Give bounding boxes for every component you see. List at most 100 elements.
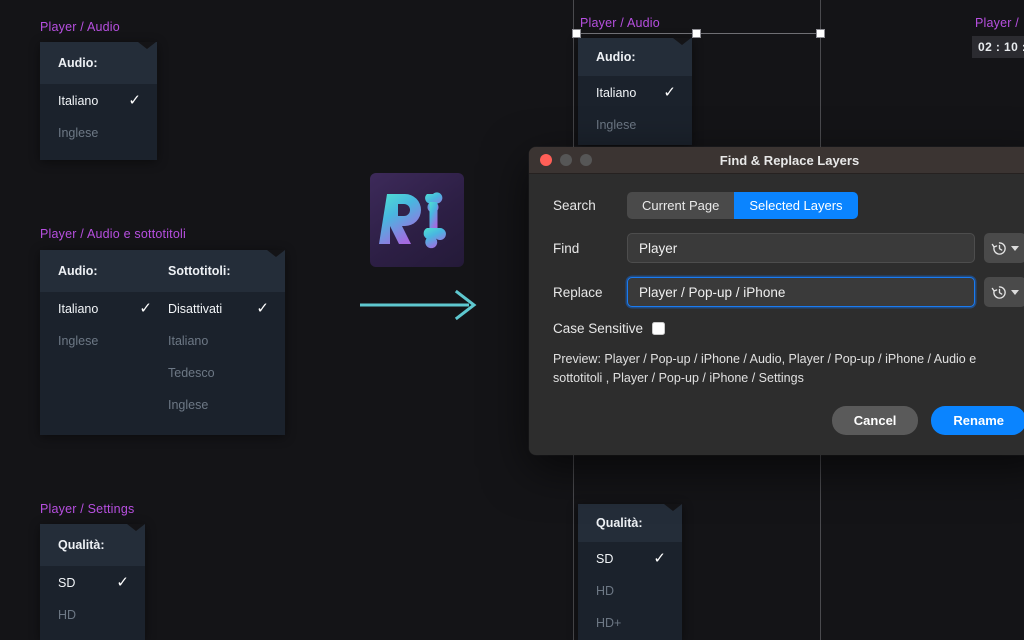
panel-column: SD ✓ HD HD+: [578, 542, 682, 639]
menu-panel-qualita[interactable]: Qualità: SD ✓ HD HD+: [578, 504, 682, 640]
preview-text: Preview: Player / Pop-up / iPhone / Audi…: [553, 352, 977, 385]
selection-handle-top-left[interactable]: [572, 29, 581, 38]
find-row: Find Player: [553, 233, 1024, 263]
panel-option-row[interactable]: SD ✓: [578, 542, 682, 575]
panel-option-label: Italiano: [58, 301, 99, 316]
checkmark-icon: ✓: [663, 84, 676, 101]
panel-option-label: HD: [596, 584, 615, 598]
layer-label-player-audio-sottotitoli[interactable]: Player / Audio e sottotitoli: [40, 227, 186, 241]
panel-body: Italiano ✓ Inglese Disattivati ✓ Italian…: [40, 292, 285, 421]
segment-current-page[interactable]: Current Page: [627, 192, 735, 219]
menu-panel-player-audio-selected[interactable]: Audio: Italiano ✓ Inglese: [578, 38, 692, 145]
selection-handle-top-middle[interactable]: [692, 29, 701, 38]
close-icon[interactable]: [540, 154, 552, 166]
chevron-down-icon: [1011, 245, 1019, 251]
find-history-button[interactable]: [984, 233, 1024, 263]
panel-option-row[interactable]: HD: [40, 599, 145, 631]
replace-row: Replace Player / Pop-up / iPhone: [553, 277, 1024, 307]
panel-option-row[interactable]: Italiano ✓: [578, 76, 692, 109]
find-replace-dialog[interactable]: Find & Replace Layers Search Current Pag…: [529, 147, 1024, 455]
segment-selected-layers[interactable]: Selected Layers: [734, 192, 858, 219]
layer-label-clipped-right[interactable]: Player /: [975, 16, 1019, 30]
panel-column: Disattivati ✓ Italiano Tedesco Inglese: [168, 292, 285, 421]
checkmark-icon: ✓: [116, 574, 129, 591]
panel-column: Italiano ✓ Inglese: [40, 292, 168, 421]
panel-column: Italiano ✓ Inglese: [578, 76, 692, 141]
panel-option-label: Inglese: [168, 398, 209, 412]
panel-column: Italiano ✓ Inglese: [40, 84, 157, 149]
search-scope-segmented-control[interactable]: Current Page Selected Layers: [627, 192, 858, 219]
panel-notch-icon: [127, 524, 145, 531]
layer-label-player-settings[interactable]: Player / Settings: [40, 502, 134, 516]
case-sensitive-row[interactable]: Case Sensitive: [553, 321, 1024, 336]
panel-option-row[interactable]: Tedesco: [168, 357, 285, 389]
panel-notch-icon: [673, 38, 691, 45]
layer-label-player-audio-selected[interactable]: Player / Audio: [580, 16, 660, 30]
find-input[interactable]: Player: [627, 233, 975, 263]
selection-handle-top-right[interactable]: [816, 29, 825, 38]
dialog-content: Search Current Page Selected Layers Find…: [529, 174, 1024, 455]
history-clock-icon: [991, 285, 1006, 299]
flow-arrow-icon: [360, 288, 478, 327]
menu-panel-player-audio-sottotitoli[interactable]: Audio: Sottotitoli: Italiano ✓ Inglese D…: [40, 250, 285, 435]
checkmark-icon: ✓: [139, 300, 152, 317]
panel-notch-icon: [267, 250, 285, 257]
panel-option-row[interactable]: HD: [578, 575, 682, 607]
panel-option-label: Italiano: [58, 93, 99, 108]
panel-option-label: Italiano: [596, 85, 637, 100]
panel-option-label: Inglese: [58, 334, 99, 348]
panel-header-cell: Audio:: [58, 264, 98, 278]
case-sensitive-checkbox[interactable]: [652, 322, 666, 335]
panel-option-row[interactable]: Italiano ✓: [40, 292, 168, 325]
replace-history-button[interactable]: [984, 277, 1024, 307]
history-clock-icon: [991, 241, 1006, 255]
panel-body: Italiano ✓ Inglese: [40, 84, 157, 149]
panel-option-label: SD: [596, 551, 614, 566]
panel-option-row[interactable]: Inglese: [578, 109, 692, 141]
checkmark-icon: ✓: [653, 550, 666, 567]
panel-option-row[interactable]: Italiano ✓: [40, 84, 157, 117]
panel-option-label: Inglese: [58, 126, 99, 140]
case-sensitive-label: Case Sensitive: [553, 321, 644, 336]
menu-panel-player-settings[interactable]: Qualità: SD ✓ HD: [40, 524, 145, 640]
panel-body: Italiano ✓ Inglese: [578, 76, 692, 141]
panel-header: Audio: Sottotitoli:: [40, 250, 285, 292]
panel-option-row[interactable]: Italiano: [168, 325, 285, 357]
search-scope-row: Search Current Page Selected Layers: [553, 192, 1024, 219]
panel-option-row[interactable]: Inglese: [168, 389, 285, 421]
dialog-title: Find & Replace Layers: [719, 152, 860, 168]
dialog-titlebar[interactable]: Find & Replace Layers: [529, 147, 1024, 174]
rename-button[interactable]: Rename: [931, 405, 1024, 435]
panel-option-label: HD+: [596, 616, 622, 630]
checkmark-icon: ✓: [128, 92, 141, 109]
panel-option-label: SD: [58, 575, 76, 590]
panel-option-row[interactable]: Inglese: [40, 117, 157, 149]
panel-option-row[interactable]: SD ✓: [40, 566, 145, 599]
replace-label: Replace: [553, 284, 603, 300]
search-label: Search: [553, 198, 596, 213]
replace-input[interactable]: Player / Pop-up / iPhone: [627, 277, 975, 307]
panel-option-label: Tedesco: [168, 366, 215, 380]
panel-option-label: Disattivati: [168, 301, 223, 316]
layer-label-player-audio[interactable]: Player / Audio: [40, 20, 120, 34]
find-label: Find: [553, 240, 580, 256]
panel-notch-icon: [664, 504, 682, 511]
menu-panel-player-audio[interactable]: Audio: Italiano ✓ Inglese: [40, 42, 157, 160]
panel-option-row[interactable]: Disattivati ✓: [168, 292, 285, 325]
chevron-down-icon: [1011, 289, 1019, 295]
cancel-button[interactable]: Cancel: [831, 405, 919, 435]
panel-option-row[interactable]: Inglese: [40, 325, 168, 357]
panel-body: SD ✓ HD HD+: [578, 542, 682, 639]
panel-column: SD ✓ HD: [40, 566, 145, 631]
panel-option-label: Italiano: [168, 334, 209, 348]
panel-option-label: HD: [58, 608, 77, 622]
panel-option-label: Inglese: [596, 118, 637, 132]
panel-option-row[interactable]: HD+: [578, 607, 682, 639]
minimize-icon[interactable]: [560, 154, 572, 166]
checkmark-icon: ✓: [256, 300, 269, 317]
panel-notch-icon: [138, 42, 156, 49]
zoom-icon[interactable]: [580, 154, 592, 166]
timecode-badge: 02 : 10 : 0: [972, 36, 1024, 58]
dialog-button-row: Cancel Rename: [553, 405, 1024, 435]
app-icon-ri[interactable]: [370, 173, 464, 267]
